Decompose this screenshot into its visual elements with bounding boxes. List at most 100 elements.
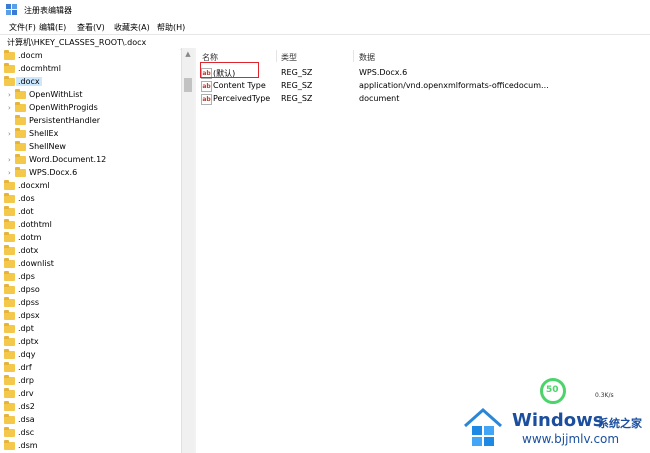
- value-name: Content Type: [213, 81, 266, 90]
- tree-item[interactable]: .docmhtml: [0, 63, 180, 76]
- tree-item[interactable]: .downlist: [0, 258, 180, 271]
- window-title: 注册表编辑器: [24, 6, 72, 15]
- chevron-right-icon[interactable]: ›: [8, 91, 14, 99]
- tree-item[interactable]: › ShellEx: [0, 128, 180, 141]
- folder-icon: [15, 154, 26, 164]
- windows-house-logo-icon: [464, 407, 502, 446]
- folder-icon: [4, 427, 15, 437]
- tree-item[interactable]: .dsc: [0, 427, 180, 440]
- menu-help[interactable]: 帮助(H): [157, 22, 185, 33]
- folder-open-icon: [4, 76, 15, 86]
- chevron-right-icon[interactable]: ›: [8, 130, 14, 138]
- tree-scrollbar[interactable]: ▲: [181, 48, 194, 453]
- tree-item[interactable]: ShellNew: [0, 141, 180, 154]
- tree-item[interactable]: .dsm: [0, 440, 180, 453]
- chevron-right-icon[interactable]: ›: [8, 169, 14, 177]
- column-header-data[interactable]: 数据: [359, 52, 375, 63]
- address-path[interactable]: 计算机\HKEY_CLASSES_ROOT\.docx: [7, 37, 146, 48]
- tree-item[interactable]: .dos: [0, 193, 180, 206]
- network-speed: 0.3K/s: [595, 392, 614, 399]
- value-type: REG_SZ: [281, 81, 313, 90]
- title-bar: 注册表编辑器: [0, 0, 650, 20]
- tree-item[interactable]: › OpenWithProgids: [0, 102, 180, 115]
- tree-item[interactable]: .dot: [0, 206, 180, 219]
- tree-item[interactable]: › OpenWithList: [0, 89, 180, 102]
- tree-item[interactable]: › WPS.Docx.6: [0, 167, 180, 180]
- tree-item[interactable]: .dpso: [0, 284, 180, 297]
- tree-item[interactable]: .dotx: [0, 245, 180, 258]
- folder-icon: [15, 89, 26, 99]
- tree-item[interactable]: .dothtml: [0, 219, 180, 232]
- tree-item[interactable]: .dotm: [0, 232, 180, 245]
- menu-favorites[interactable]: 收藏夹(A): [114, 22, 150, 33]
- folder-icon: [4, 232, 15, 242]
- tree-item[interactable]: .dsa: [0, 414, 180, 427]
- tree-item[interactable]: .docm: [0, 50, 180, 63]
- value-data: document: [359, 94, 400, 103]
- tree-item[interactable]: .dpt: [0, 323, 180, 336]
- folder-icon: [4, 414, 15, 424]
- tree-item[interactable]: .drf: [0, 362, 180, 375]
- folder-icon: [4, 336, 15, 346]
- value-row[interactable]: ab (默认) REG_SZ WPS.Docx.6: [196, 67, 650, 80]
- folder-icon: [15, 102, 26, 112]
- key-tree: .docm .docmhtml .docx › OpenWithList › O…: [0, 48, 180, 453]
- column-separator[interactable]: [276, 50, 277, 62]
- watermark-url: www.bjjmlv.com: [522, 432, 620, 446]
- value-type: REG_SZ: [281, 68, 313, 77]
- tree-item[interactable]: .ds2: [0, 401, 180, 414]
- folder-icon: [4, 63, 15, 73]
- value-row[interactable]: ab PerceivedType REG_SZ document: [196, 93, 650, 106]
- folder-icon: [15, 115, 26, 125]
- chevron-right-icon[interactable]: ›: [8, 104, 14, 112]
- folder-icon: [4, 323, 15, 333]
- folder-icon: [4, 180, 15, 190]
- tree-item[interactable]: .dptx: [0, 336, 180, 349]
- tree-item[interactable]: .drv: [0, 388, 180, 401]
- regedit-app-icon: [6, 4, 17, 15]
- network-percent: 50: [546, 385, 559, 395]
- folder-icon: [4, 388, 15, 398]
- value-data: WPS.Docx.6: [359, 68, 408, 77]
- watermark: Windows 系统之家 www.bjjmlv.com: [462, 404, 650, 453]
- tree-item[interactable]: .dqy: [0, 349, 180, 362]
- tree-item[interactable]: PersistentHandler: [0, 115, 180, 128]
- scroll-thumb[interactable]: [184, 78, 192, 92]
- tree-item[interactable]: .dpsx: [0, 310, 180, 323]
- folder-icon: [4, 206, 15, 216]
- folder-icon: [4, 193, 15, 203]
- annotation-highlight-box: [200, 62, 259, 78]
- value-type: REG_SZ: [281, 94, 313, 103]
- tree-item[interactable]: .docxml: [0, 180, 180, 193]
- menu-edit[interactable]: 编辑(E): [39, 22, 66, 33]
- value-name: PerceivedType: [213, 94, 271, 103]
- watermark-cn: 系统之家: [598, 417, 642, 430]
- folder-icon: [4, 440, 15, 450]
- column-header-type[interactable]: 类型: [281, 52, 297, 63]
- tree-item[interactable]: › Word.Document.12: [0, 154, 180, 167]
- tree-item-selected[interactable]: .docx: [0, 76, 180, 89]
- value-data: application/vnd.openxmlformats-officedoc…: [359, 81, 549, 90]
- folder-icon: [4, 362, 15, 372]
- scroll-up-arrow-icon[interactable]: ▲: [184, 50, 192, 58]
- folder-icon: [4, 258, 15, 268]
- folder-icon: [15, 141, 26, 151]
- string-value-icon: ab: [201, 94, 212, 105]
- menu-file[interactable]: 文件(F): [9, 22, 36, 33]
- tree-item[interactable]: .dpss: [0, 297, 180, 310]
- folder-icon: [4, 271, 15, 281]
- folder-icon: [4, 219, 15, 229]
- watermark-brand: Windows: [512, 410, 604, 431]
- value-row[interactable]: ab Content Type REG_SZ application/vnd.o…: [196, 80, 650, 93]
- folder-icon: [15, 128, 26, 138]
- chevron-right-icon[interactable]: ›: [8, 156, 14, 164]
- folder-icon: [4, 297, 15, 307]
- tree-item[interactable]: .drp: [0, 375, 180, 388]
- menu-view[interactable]: 查看(V): [77, 22, 105, 33]
- column-separator[interactable]: [353, 50, 354, 62]
- folder-icon: [4, 401, 15, 411]
- folder-icon: [15, 167, 26, 177]
- folder-icon: [4, 375, 15, 385]
- folder-icon: [4, 50, 15, 60]
- tree-item[interactable]: .dps: [0, 271, 180, 284]
